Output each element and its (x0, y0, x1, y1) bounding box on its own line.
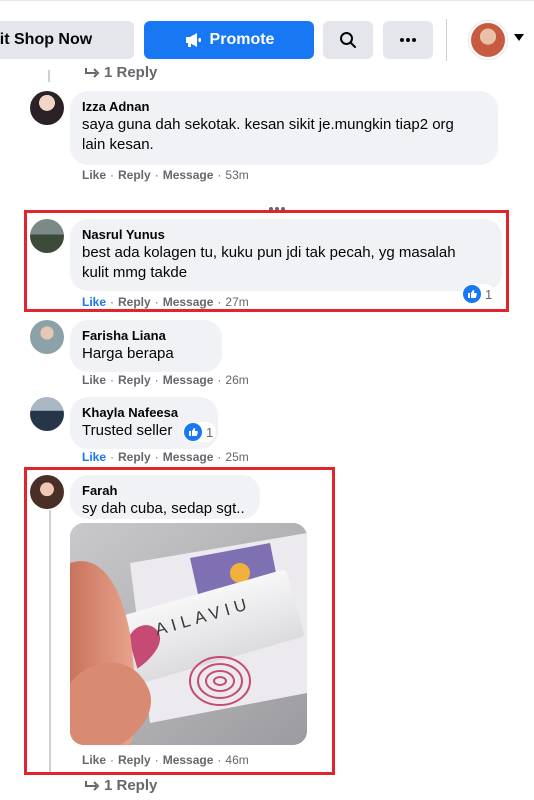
more-options-button[interactable] (383, 21, 433, 59)
edit-shop-now-label: dit Shop Now (0, 31, 93, 48)
reply-action[interactable]: Reply (118, 450, 151, 464)
comment-actions: Like · Reply · Message · 53m (82, 168, 249, 182)
megaphone-icon (185, 33, 201, 47)
separator: · (154, 295, 159, 309)
commenter-name[interactable]: Farisha Liana (82, 327, 210, 344)
separator: · (217, 373, 222, 387)
separator: · (154, 450, 159, 464)
message-action[interactable]: Message (163, 168, 214, 182)
comment-time[interactable]: 46m (225, 753, 248, 767)
comment-time[interactable]: 25m (225, 450, 248, 464)
reply-action[interactable]: Reply (118, 373, 151, 387)
commenter-name[interactable]: Izza Adnan (82, 98, 486, 115)
reply-action[interactable]: Reply (118, 753, 151, 767)
avatar[interactable] (30, 91, 64, 125)
edit-shop-now-button[interactable]: dit Shop Now (0, 21, 134, 59)
comment-text-line: sy dah cuba, sedap sgt.. (82, 500, 245, 517)
reaction-count[interactable]: 1 (462, 284, 496, 304)
comment-bubble: Farisha Liana Harga berapa (70, 320, 222, 372)
like-reaction-icon (184, 423, 202, 441)
separator: · (110, 753, 115, 767)
comment-bubble: Nasrul Yunus best ada kolagen tu, kuku p… (70, 219, 502, 291)
search-icon (340, 32, 356, 48)
like-action[interactable]: Like (82, 753, 106, 767)
message-action[interactable]: Message (163, 753, 214, 767)
like-reaction-icon (463, 285, 481, 303)
separator: · (154, 753, 159, 767)
reply-action[interactable]: Reply (118, 295, 151, 309)
search-button[interactable] (323, 21, 373, 59)
comment-actions: Like · Reply · Message · 26m (82, 373, 249, 387)
comment-actions: Like · Reply · Message · 25m (82, 450, 249, 464)
promote-button[interactable]: Promote (144, 21, 314, 59)
separator: · (217, 168, 222, 182)
separator: · (154, 168, 159, 182)
separator: · (110, 373, 115, 387)
comment-actions: Like · Reply · Message · 27m (82, 295, 249, 309)
page-toolbar: dit Shop Now Promote (0, 0, 534, 70)
like-action[interactable]: Like (82, 295, 106, 309)
comment-time[interactable]: 26m (225, 373, 248, 387)
more-horizontal-icon (400, 38, 416, 42)
comment-text-line: best ada kolagen tu, kuku pun jdi tak pe… (82, 244, 456, 261)
reply-arrow-icon (85, 780, 100, 791)
comment-text-line: lain kesan. (82, 136, 154, 153)
avatar[interactable] (30, 475, 64, 509)
promote-label: Promote (209, 31, 275, 48)
avatar[interactable] (30, 397, 64, 431)
reply-arrow-icon (85, 67, 100, 78)
comment-text-line: saya guna dah sekotak. kesan sikit je.mu… (82, 116, 454, 133)
toolbar-divider (446, 19, 447, 61)
avatar[interactable] (30, 320, 64, 354)
message-action[interactable]: Message (163, 295, 214, 309)
comment-photo[interactable]: AILAVIU (70, 523, 307, 745)
like-action[interactable]: Like (82, 373, 106, 387)
separator: · (154, 373, 159, 387)
like-action[interactable]: Like (82, 450, 106, 464)
comment-nasrul-yunus: Nasrul Yunus best ada kolagen tu, kuku p… (30, 219, 510, 311)
thread-line (48, 70, 50, 82)
comment-farisha-liana: Farisha Liana Harga berapa Like · Reply · … (30, 320, 510, 390)
separator: · (110, 450, 115, 464)
comment-text-line: Harga berapa (82, 345, 174, 362)
like-action[interactable]: Like (82, 168, 106, 182)
reaction-number: 1 (206, 424, 214, 440)
comment-text-line: kulit mmg takde (82, 264, 188, 281)
reply-action[interactable]: Reply (118, 168, 151, 182)
comment-time[interactable]: 27m (225, 295, 248, 309)
message-action[interactable]: Message (163, 373, 214, 387)
separator: · (110, 168, 115, 182)
commenter-name[interactable]: Nasrul Yunus (82, 226, 490, 243)
reaction-count[interactable]: 1 (183, 422, 217, 442)
comment-izza-adnan: Izza Adnan saya guna dah sekotak. kesan … (30, 91, 510, 191)
separator: · (217, 450, 222, 464)
separator: · (110, 295, 115, 309)
view-replies-link-bottom[interactable]: 1 Reply (84, 777, 157, 794)
commenter-name[interactable]: Khayla Nafeesa (82, 404, 206, 421)
message-action[interactable]: Message (163, 450, 214, 464)
commenter-name[interactable]: Farah (82, 482, 248, 499)
chevron-down-icon[interactable] (514, 34, 524, 41)
avatar[interactable] (30, 219, 64, 253)
reaction-number: 1 (485, 286, 493, 302)
comment-khayla-nafeesa: Khayla Nafeesa Trusted seller 1 Like · Re… (30, 397, 510, 467)
separator: · (217, 753, 222, 767)
comment-bubble: Izza Adnan saya guna dah sekotak. kesan … (70, 91, 498, 165)
comment-time[interactable]: 53m (225, 168, 248, 182)
separator: · (217, 295, 222, 309)
comment-bubble: Farah sy dah cuba, sedap sgt.. (70, 475, 260, 519)
account-avatar[interactable] (469, 21, 507, 59)
comment-actions: Like · Reply · Message · 46m (82, 753, 249, 767)
view-replies-link-top[interactable]: 1 Reply (84, 64, 157, 81)
